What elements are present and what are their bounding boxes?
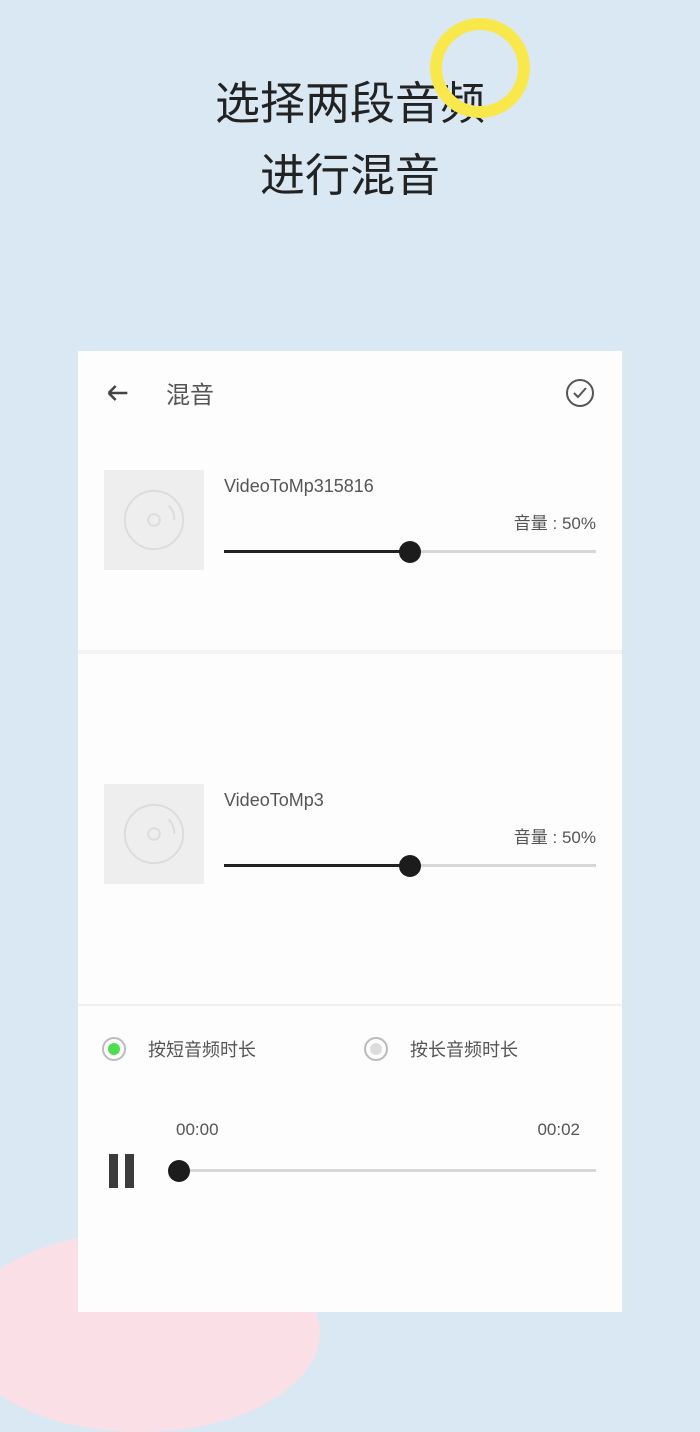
slider-thumb[interactable] — [399, 855, 421, 877]
progress-slider[interactable] — [168, 1159, 596, 1183]
radio-dot — [108, 1043, 120, 1055]
slider-thumb[interactable] — [399, 541, 421, 563]
promo-line-2: 进行混音 — [0, 140, 700, 212]
playback-panel: 00:00 00:02 — [78, 1080, 622, 1188]
audio-track-2: VideoToMp3 音量 : 50% — [78, 654, 622, 964]
radio-dot — [370, 1043, 382, 1055]
track-name: VideoToMp315816 — [224, 476, 596, 497]
radio-label: 按长音频时长 — [410, 1036, 518, 1062]
slider-fill — [224, 550, 410, 553]
pause-button[interactable] — [104, 1154, 138, 1188]
promo-heading: 选择两段音频 进行混音 — [0, 68, 700, 212]
track-info: VideoToMp3 音量 : 50% — [224, 784, 596, 884]
album-thumbnail[interactable] — [104, 470, 204, 570]
progress-track — [168, 1169, 596, 1172]
confirm-icon[interactable] — [564, 377, 596, 409]
track-info: VideoToMp315816 音量 : 50% — [224, 470, 596, 570]
radio-icon — [102, 1037, 126, 1061]
app-screen: 混音 VideoToMp315816 音量 : 50% — [78, 351, 622, 1312]
track-name: VideoToMp3 — [224, 790, 596, 811]
radio-icon — [364, 1037, 388, 1061]
volume-slider[interactable] — [224, 854, 596, 878]
decorative-yellow-ring — [430, 18, 530, 118]
current-time: 00:00 — [176, 1120, 219, 1140]
radio-long-duration[interactable]: 按长音频时长 — [350, 1036, 612, 1062]
page-title: 混音 — [166, 375, 564, 410]
playback-controls — [104, 1154, 596, 1188]
top-bar: 混音 — [78, 351, 622, 434]
slider-fill — [224, 864, 410, 867]
volume-label: 音量 : 50% — [224, 509, 596, 534]
disc-icon — [120, 800, 188, 868]
audio-track-1: VideoToMp315816 音量 : 50% — [78, 434, 622, 650]
duration-mode-row: 按短音频时长 按长音频时长 — [78, 1004, 622, 1080]
disc-icon — [120, 486, 188, 554]
back-icon[interactable] — [104, 379, 132, 407]
volume-label: 音量 : 50% — [224, 823, 596, 848]
radio-label: 按短音频时长 — [148, 1036, 256, 1062]
pause-icon — [125, 1154, 134, 1188]
volume-slider[interactable] — [224, 540, 596, 564]
progress-thumb[interactable] — [168, 1160, 190, 1182]
total-time: 00:02 — [537, 1120, 580, 1140]
promo-line-1: 选择两段音频 — [0, 68, 700, 140]
album-thumbnail[interactable] — [104, 784, 204, 884]
radio-short-duration[interactable]: 按短音频时长 — [88, 1036, 350, 1062]
pause-icon — [109, 1154, 118, 1188]
time-row: 00:00 00:02 — [104, 1120, 596, 1140]
